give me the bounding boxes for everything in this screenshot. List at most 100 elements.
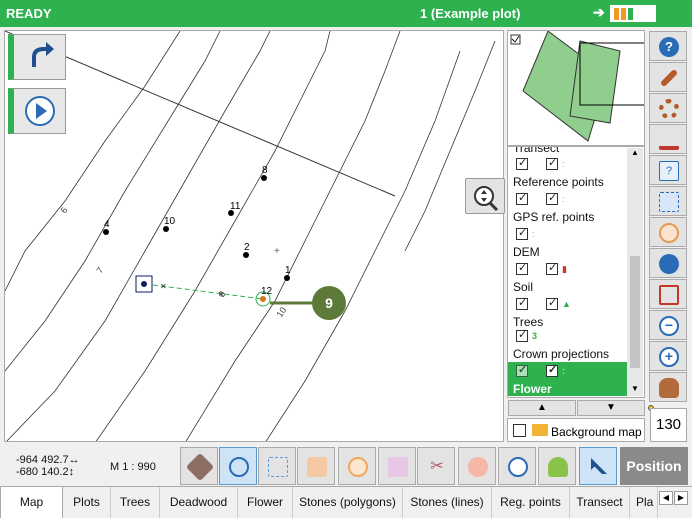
layer-editable-checkbox[interactable] bbox=[546, 296, 558, 310]
tab-transect[interactable]: Transect bbox=[570, 487, 630, 518]
play-button[interactable] bbox=[8, 88, 66, 134]
map-point-label: 2 bbox=[244, 242, 250, 253]
tab-map[interactable]: Map bbox=[0, 487, 63, 518]
layer-flower[interactable]: : Flower bbox=[508, 362, 630, 396]
help-button[interactable]: ? bbox=[649, 31, 687, 61]
current-plot-title[interactable]: 1 (Example plot) bbox=[420, 6, 520, 21]
layers-scrollbar[interactable]: ▲ ▼ bbox=[627, 148, 643, 396]
layer-page-up-button[interactable]: ▲ bbox=[508, 400, 576, 416]
satellite-icon bbox=[185, 452, 215, 482]
tab-deadwood[interactable]: Deadwood bbox=[160, 487, 238, 518]
arrow-cursor-icon bbox=[591, 458, 607, 474]
layers-panel: Transect : Reference points : GPS ref. p… bbox=[507, 146, 645, 398]
map-point-label: 1 bbox=[285, 265, 291, 276]
settings-wrench-button[interactable] bbox=[649, 62, 687, 92]
redo-icon bbox=[32, 42, 54, 67]
map-drawing[interactable]: 6 7 8 10 ✕ ✕ + 9 8 4 10 11 2 1 12 bbox=[5, 31, 504, 442]
map-point-label: 10 bbox=[164, 216, 176, 227]
layer-visible-checkbox[interactable] bbox=[516, 328, 528, 342]
layer-visible-checkbox[interactable] bbox=[516, 156, 528, 170]
tab-flower[interactable]: Flower bbox=[238, 487, 293, 518]
overview-map[interactable] bbox=[507, 30, 645, 146]
measure-tool-button[interactable] bbox=[258, 447, 296, 485]
callout-label: 9 bbox=[325, 295, 333, 311]
layer-editable-checkbox[interactable] bbox=[546, 191, 558, 205]
crosshair-tool-button[interactable] bbox=[219, 447, 257, 485]
select-area-button[interactable] bbox=[649, 186, 687, 216]
layer-symbol-icon: : bbox=[532, 229, 535, 239]
layer-reference-points[interactable]: : Reference points bbox=[508, 155, 630, 190]
layer-visible-checkbox[interactable] bbox=[516, 191, 528, 205]
gps-satellite-button[interactable] bbox=[180, 447, 218, 485]
select-point-icon bbox=[307, 457, 327, 477]
zoom-extent-button[interactable] bbox=[465, 178, 505, 214]
zoom-in-icon: + bbox=[659, 347, 679, 367]
select-point-button[interactable] bbox=[297, 447, 335, 485]
scissors-icon: ✂ bbox=[430, 458, 444, 475]
upload-icon bbox=[659, 130, 679, 150]
play-icon bbox=[25, 96, 55, 126]
layer-symbol-icon: ▮ bbox=[562, 264, 567, 274]
scroll-thumb[interactable] bbox=[630, 256, 640, 368]
coordinate-x: -964 492.7↔ bbox=[16, 454, 80, 466]
zoom-in-button[interactable]: + bbox=[649, 341, 687, 371]
person-button[interactable] bbox=[538, 447, 576, 485]
layer-editable-checkbox[interactable] bbox=[546, 156, 558, 170]
layer-page-down-button[interactable]: ▼ bbox=[577, 400, 645, 416]
tab-stones-polygons[interactable]: Stones (polygons) bbox=[293, 487, 403, 518]
layer-dem[interactable]: : DEM bbox=[508, 225, 630, 260]
tab-plots[interactable]: Plots bbox=[63, 487, 111, 518]
layer-gps-ref-points[interactable]: : GPS ref. points bbox=[508, 190, 630, 225]
layer-visible-checkbox[interactable] bbox=[516, 261, 528, 275]
query-button[interactable]: ? bbox=[649, 155, 687, 185]
split-button[interactable]: ✂ bbox=[417, 447, 455, 485]
globe-button[interactable] bbox=[649, 248, 687, 278]
wrench-icon bbox=[659, 68, 679, 88]
redo-button[interactable] bbox=[8, 34, 66, 80]
layer-editable-checkbox[interactable] bbox=[546, 261, 558, 275]
transect-tick: ✕ bbox=[160, 282, 167, 291]
layer-trees[interactable]: ▲ Trees bbox=[508, 295, 630, 330]
fit-extent-icon bbox=[659, 285, 679, 305]
delete-shape-button[interactable] bbox=[458, 447, 496, 485]
tab-trees[interactable]: Trees bbox=[111, 487, 160, 518]
background-map-checkbox[interactable] bbox=[513, 424, 526, 437]
polygon-icon bbox=[348, 457, 368, 477]
layer-partial-label: Transect bbox=[513, 146, 560, 155]
scroll-up-icon[interactable]: ▲ bbox=[631, 148, 639, 157]
settings-gear-button[interactable] bbox=[649, 93, 687, 123]
contour-lines bbox=[5, 31, 496, 441]
select-arrow-button[interactable] bbox=[579, 447, 617, 485]
app-window: READY 1 (Example plot) ➔ 6 7 8 10 ✕ ✕ + … bbox=[0, 0, 692, 518]
position-button[interactable]: Position bbox=[620, 447, 688, 485]
layer-editable-checkbox[interactable] bbox=[546, 363, 558, 377]
zoom-extent-icon bbox=[474, 186, 499, 212]
undo-region-button[interactable] bbox=[649, 217, 687, 247]
layer-soil[interactable]: ▮ Soil bbox=[508, 260, 630, 295]
map-canvas[interactable]: 6 7 8 10 ✕ ✕ + 9 8 4 10 11 2 1 12 bbox=[4, 30, 504, 442]
move-vertex-button[interactable] bbox=[378, 447, 416, 485]
tab-stones-lines[interactable]: Stones (lines) bbox=[403, 487, 492, 518]
zoom-out-icon: − bbox=[659, 316, 679, 336]
scroll-down-icon[interactable]: ▼ bbox=[631, 384, 639, 393]
background-map-row[interactable]: Background map bbox=[507, 418, 645, 442]
tab-plants[interactable]: Pla bbox=[630, 487, 658, 518]
export-button[interactable] bbox=[649, 124, 687, 154]
draw-polygon-button[interactable] bbox=[338, 447, 376, 485]
layer-visible-checkbox[interactable] bbox=[516, 363, 528, 377]
pan-button[interactable] bbox=[649, 372, 687, 402]
contour-label: 10 bbox=[274, 305, 288, 319]
person-icon bbox=[548, 457, 568, 477]
tab-scroll-right-button[interactable]: ▶ bbox=[674, 491, 688, 505]
gear-icon bbox=[659, 99, 679, 119]
zoom-out-button[interactable]: − bbox=[649, 310, 687, 340]
tab-reg-points[interactable]: Reg. points bbox=[492, 487, 570, 518]
layer-visible-checkbox[interactable] bbox=[516, 226, 528, 240]
tab-scroll-left-button[interactable]: ◀ bbox=[659, 491, 673, 505]
layer-visible-checkbox[interactable] bbox=[516, 296, 528, 310]
delete-point-button[interactable] bbox=[498, 447, 536, 485]
layer-crown-projections[interactable]: 3 Crown projections bbox=[508, 327, 630, 362]
slider-value: 130 bbox=[650, 408, 687, 442]
fit-extent-button[interactable] bbox=[649, 279, 687, 309]
measure-icon bbox=[268, 457, 288, 477]
